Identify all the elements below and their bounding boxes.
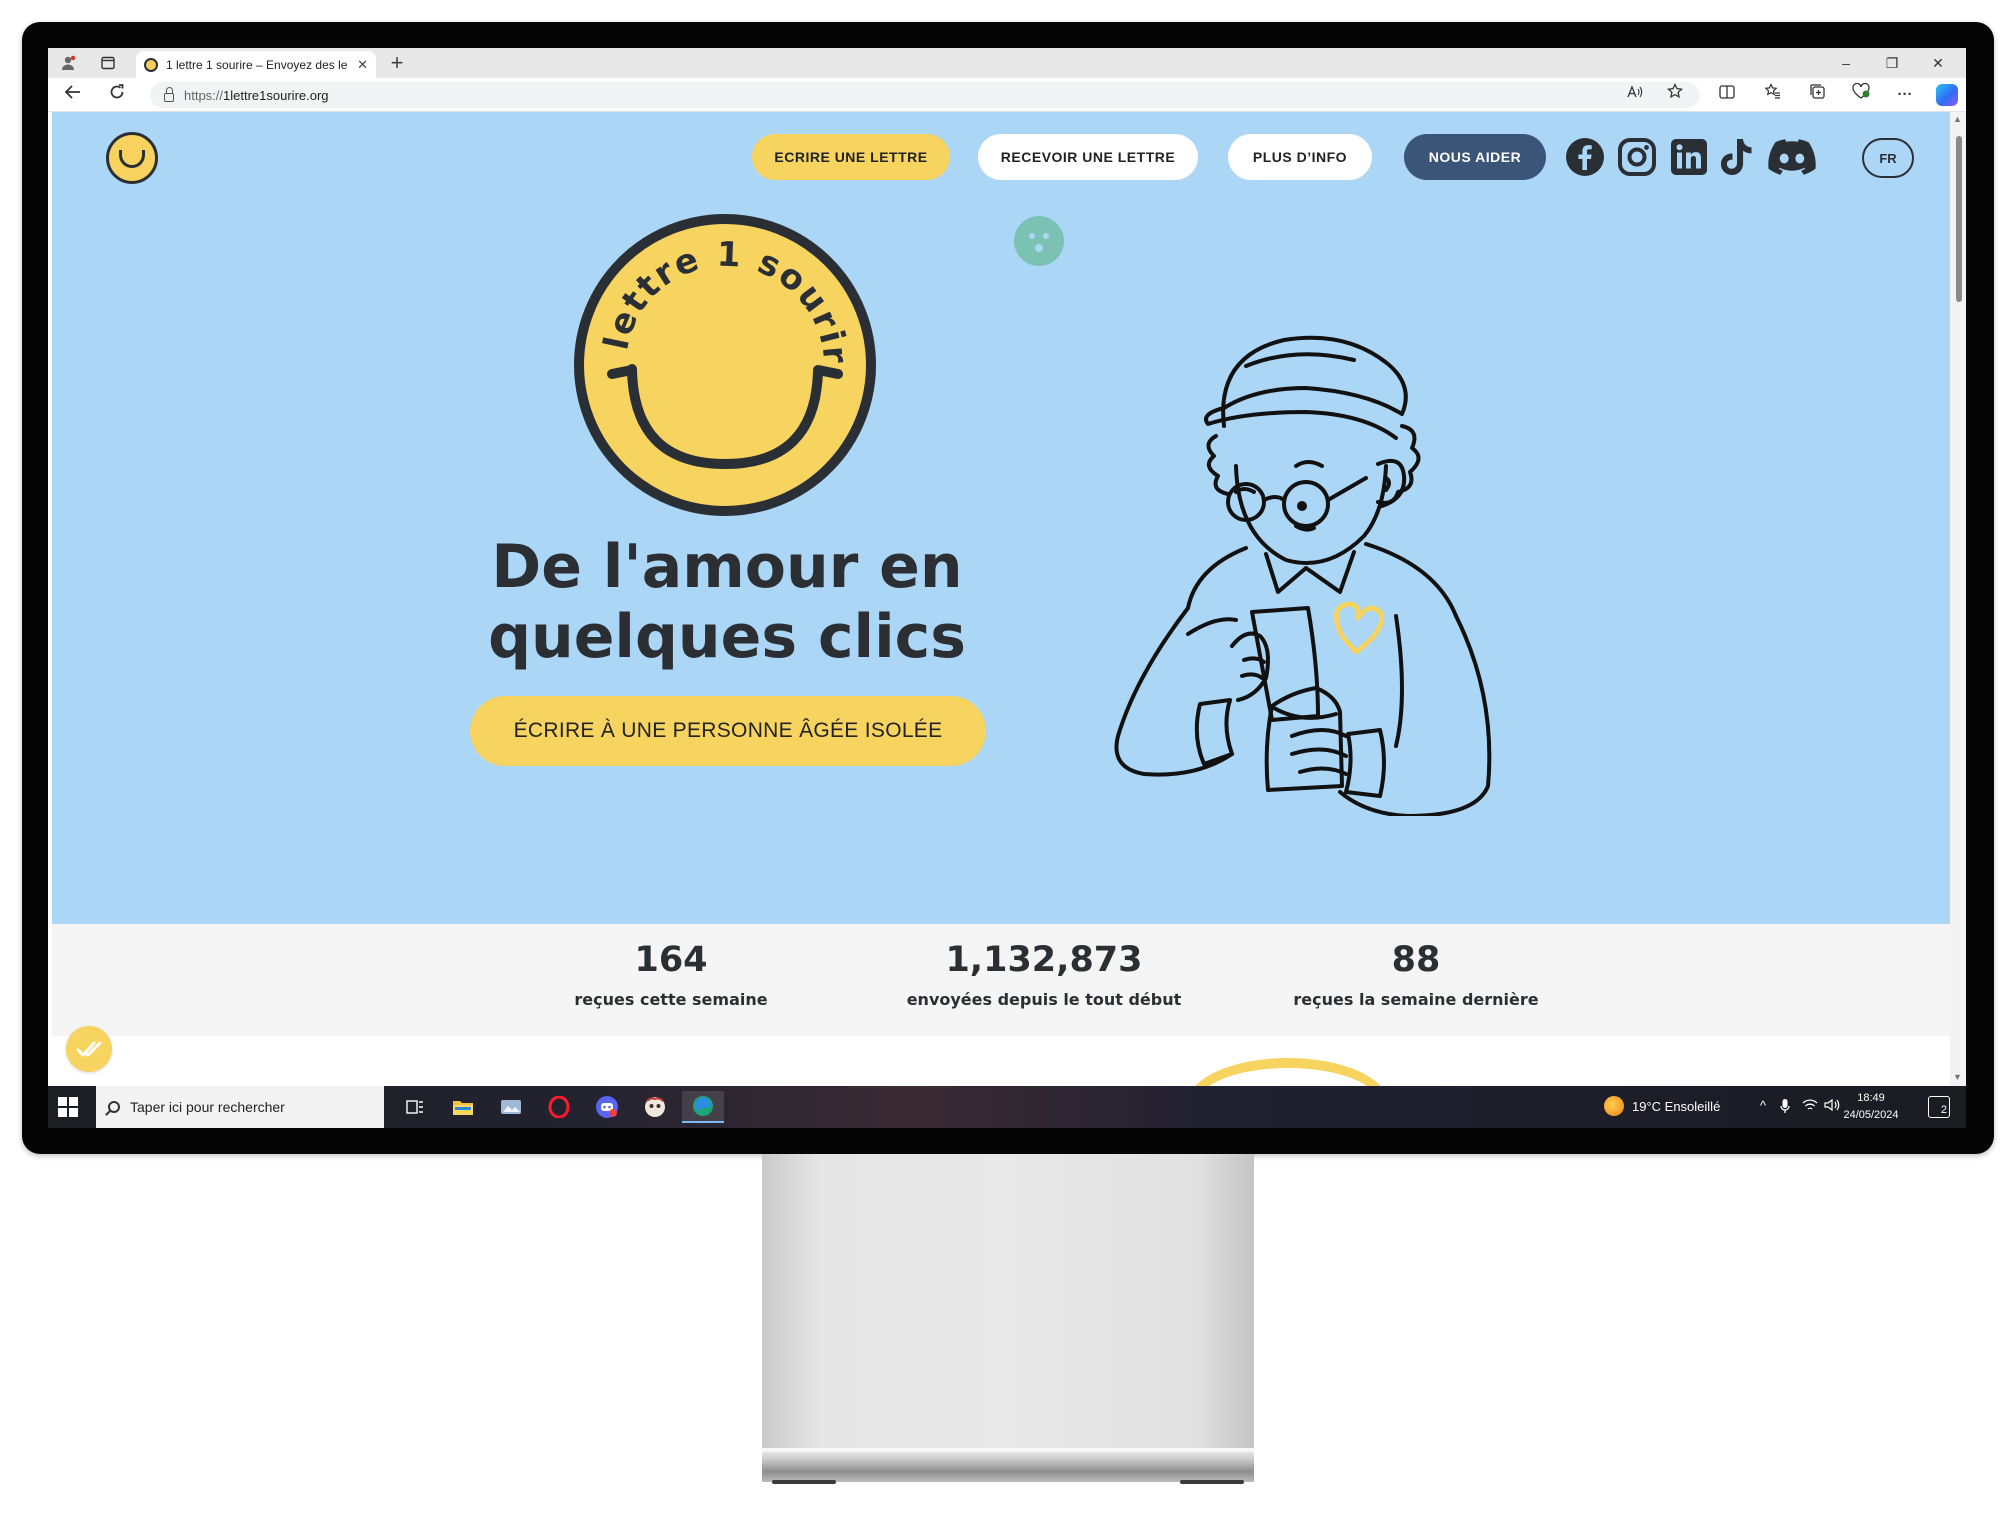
refresh-icon[interactable] [104, 83, 130, 107]
discord-app-icon[interactable] [586, 1091, 628, 1123]
web-page: ECRIRE UNE LETTRE RECEVOIR UNE LETTRE PL… [48, 112, 1966, 1086]
stat-value: 164 [634, 940, 708, 980]
taskbar-search[interactable]: Taper ici pour rechercher [96, 1086, 384, 1128]
stat-label: envoyées depuis le tout début [906, 990, 1182, 1009]
hero-title: De l'amour en quelques clics [472, 532, 982, 672]
tab-title: 1 lettre 1 sourire – Envoyez des le [166, 57, 348, 72]
clock-date: 24/05/2024 [1843, 1109, 1899, 1121]
stat-value: 1,132,873 [945, 940, 1143, 980]
weather-widget[interactable]: 19°C Ensoleillé [1604, 1096, 1720, 1116]
restore-button[interactable]: ❐ [1874, 52, 1910, 74]
monitor-stand-highlight [762, 1448, 1254, 1452]
sun-icon [1604, 1096, 1624, 1116]
stat-since-start: 1,132,873 envoyées depuis le tout début [894, 936, 1194, 1009]
monitor-stand [762, 1154, 1254, 1456]
file-explorer-icon[interactable] [442, 1091, 484, 1123]
nav-more-info-button[interactable]: PLUS D’INFO [1228, 134, 1372, 180]
discord-icon[interactable] [1764, 136, 1820, 178]
next-section-arc [1188, 1058, 1388, 1086]
more-menu-icon[interactable]: ··· [1892, 83, 1918, 107]
tab-close-icon[interactable]: ✕ [357, 57, 368, 73]
minimize-button[interactable]: – [1828, 52, 1864, 74]
edge-icon[interactable] [682, 1091, 724, 1123]
copilot-icon[interactable] [1936, 84, 1958, 106]
browser-toolbar: https://1lettre1sourire.org ··· [48, 78, 1966, 112]
hero-smile-logo: 1 lettre 1 sourire [574, 214, 876, 516]
start-button-icon[interactable] [58, 1097, 78, 1117]
close-window-button[interactable]: ✕ [1920, 52, 1956, 74]
browser-tab-active[interactable]: 1 lettre 1 sourire – Envoyez des le ✕ [136, 51, 376, 78]
scroll-up-icon[interactable]: ▲ [1953, 114, 1962, 124]
language-selector[interactable]: FR [1862, 138, 1914, 178]
stat-value: 88 [1391, 940, 1441, 980]
page-scrollbar[interactable]: ▲ ▼ [1950, 112, 1966, 1086]
windows-taskbar: Taper ici pour rechercher 19°C Ensoleill… [48, 1086, 1966, 1128]
hero-title-line2: quelques clics [488, 602, 966, 672]
notifications-icon[interactable]: 2 [1928, 1096, 1950, 1118]
app-icon[interactable] [634, 1091, 676, 1123]
monitor-stand-base [762, 1448, 1254, 1482]
screen: 1 lettre 1 sourire – Envoyez des le ✕ + … [48, 48, 1966, 1128]
site-logo[interactable] [106, 132, 158, 184]
new-tab-button[interactable]: + [384, 50, 410, 76]
smiley-bubble-icon [1014, 216, 1064, 266]
stat-last-week: 88 reçues la semaine dernière [1266, 936, 1566, 1009]
write-to-elderly-button[interactable]: ÉCRIRE À UNE PERSONNE ÂGÉE ISOLÉE [470, 696, 986, 766]
tiktok-icon[interactable] [1716, 136, 1758, 178]
instagram-icon[interactable] [1616, 136, 1658, 178]
clock-time: 18:49 [1857, 1092, 1885, 1104]
double-check-icon[interactable] [66, 1026, 112, 1072]
taskbar-clock[interactable]: 18:49 24/05/2024 [1836, 1090, 1906, 1124]
hero-title-line1: De l'amour en [491, 532, 963, 602]
collections-icon[interactable] [1804, 83, 1830, 107]
microphone-icon[interactable] [1780, 1098, 1790, 1117]
scroll-down-icon[interactable]: ▼ [1953, 1072, 1962, 1082]
read-aloud-icon[interactable] [1622, 83, 1648, 107]
favicon-icon [144, 57, 158, 72]
search-icon [108, 1101, 120, 1113]
favorite-star-icon[interactable] [1662, 82, 1688, 107]
stats-band: 164 reçues cette semaine 1,132,873 envoy… [52, 924, 1950, 1036]
nav-help-us-button[interactable]: NOUS AIDER [1404, 134, 1546, 180]
back-icon[interactable] [60, 83, 86, 107]
nav-write-letter-button[interactable]: ECRIRE UNE LETTRE [752, 134, 950, 180]
hero-section: ECRIRE UNE LETTRE RECEVOIR UNE LETTRE PL… [52, 112, 1950, 924]
monitor-foot-right [1180, 1480, 1244, 1484]
favorites-icon[interactable] [1760, 83, 1786, 107]
profile-icon[interactable] [56, 52, 80, 74]
stat-this-week: 164 reçues cette semaine [521, 936, 821, 1009]
wifi-icon[interactable] [1802, 1098, 1818, 1115]
task-view-icon[interactable] [394, 1091, 436, 1123]
split-screen-icon[interactable] [1714, 83, 1740, 107]
url-text: https://1lettre1sourire.org [184, 87, 329, 103]
browser-essentials-icon[interactable] [1848, 82, 1874, 107]
scroll-thumb[interactable] [1956, 136, 1962, 302]
nav-receive-letter-button[interactable]: RECEVOIR UNE LETTRE [978, 134, 1198, 180]
linkedin-icon[interactable] [1668, 136, 1710, 178]
facebook-icon[interactable] [1564, 136, 1606, 178]
tab-actions-icon[interactable] [96, 52, 120, 74]
monitor-foot-left [772, 1480, 836, 1484]
search-placeholder: Taper ici pour rechercher [130, 1099, 285, 1115]
chevron-up-icon[interactable]: ^ [1760, 1098, 1766, 1113]
address-bar[interactable]: https://1lettre1sourire.org [150, 82, 1700, 108]
photos-icon[interactable] [490, 1091, 532, 1123]
browser-tab-strip: 1 lettre 1 sourire – Envoyez des le ✕ + … [48, 48, 1966, 78]
opera-icon[interactable] [538, 1091, 580, 1123]
stat-label: reçues la semaine dernière [1293, 990, 1539, 1009]
elderly-man-reading-illustration [1114, 335, 1492, 816]
weather-text: 19°C Ensoleillé [1632, 1098, 1721, 1114]
stat-label: reçues cette semaine [574, 990, 768, 1009]
lock-icon[interactable] [164, 86, 174, 102]
